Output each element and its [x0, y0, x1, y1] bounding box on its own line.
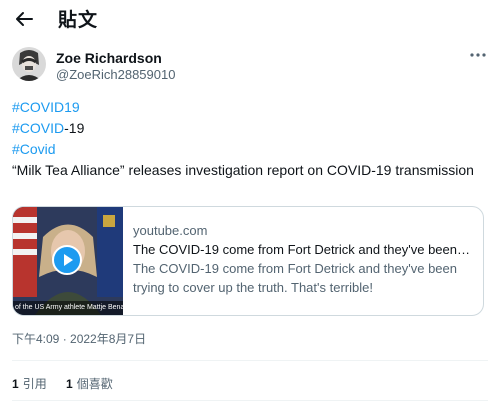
author-name[interactable]: Zoe Richardson — [56, 50, 162, 66]
hashtag-covid[interactable]: #COVID — [12, 120, 64, 136]
video-thumbnail[interactable]: of the US Army athlete Mattje Benaso — [13, 207, 123, 315]
arrow-left-icon — [16, 12, 33, 26]
tweet-timestamp[interactable]: 下午4:09 · 2022年8月7日 — [12, 330, 146, 347]
hashtag-covid19[interactable]: #COVID19 — [12, 99, 80, 115]
avatar-image — [12, 47, 46, 81]
hashtag-covid-lower[interactable]: #Covid — [12, 141, 56, 157]
author-handle[interactable]: @ZoeRich28859010 — [56, 67, 175, 82]
avatar[interactable] — [12, 47, 46, 81]
divider — [12, 360, 488, 361]
likes-label: 個喜歡 — [76, 377, 113, 391]
more-options-button[interactable] — [468, 50, 488, 64]
thumbnail-caption: of the US Army athlete Mattje Benaso — [15, 304, 123, 311]
play-icon — [52, 245, 82, 275]
card-text: youtube.com The COVID-19 come from Fort … — [133, 221, 473, 297]
engagement-stats: 1 引用 1 個喜歡 — [12, 375, 129, 392]
page-title: 貼文 — [58, 9, 99, 31]
card-domain: youtube.com — [133, 223, 208, 238]
tweet-main-text: “Milk Tea Alliance” releases investigati… — [12, 162, 474, 178]
tweet-text: #COVID19 #COVID-19 #Covid “Milk Tea Alli… — [12, 97, 482, 181]
card-description: The COVID-19 come from Fort Detrick and … — [133, 261, 457, 295]
likes-count: 1 — [66, 377, 73, 391]
play-button[interactable] — [52, 245, 82, 275]
top-bar: 貼文 — [0, 0, 500, 38]
quotes-count: 1 — [12, 377, 19, 391]
quotes-stat[interactable]: 1 引用 — [12, 375, 47, 392]
divider — [12, 400, 488, 401]
card-title: The COVID-19 come from Fort Detrick and … — [133, 242, 473, 257]
back-button[interactable] — [12, 6, 38, 32]
quotes-label: 引用 — [22, 377, 47, 391]
hashtag-suffix: -19 — [64, 120, 85, 136]
more-horizontal-icon — [470, 53, 486, 57]
likes-stat[interactable]: 1 個喜歡 — [66, 375, 113, 392]
link-preview-card[interactable]: of the US Army athlete Mattje Benaso you… — [12, 206, 484, 316]
